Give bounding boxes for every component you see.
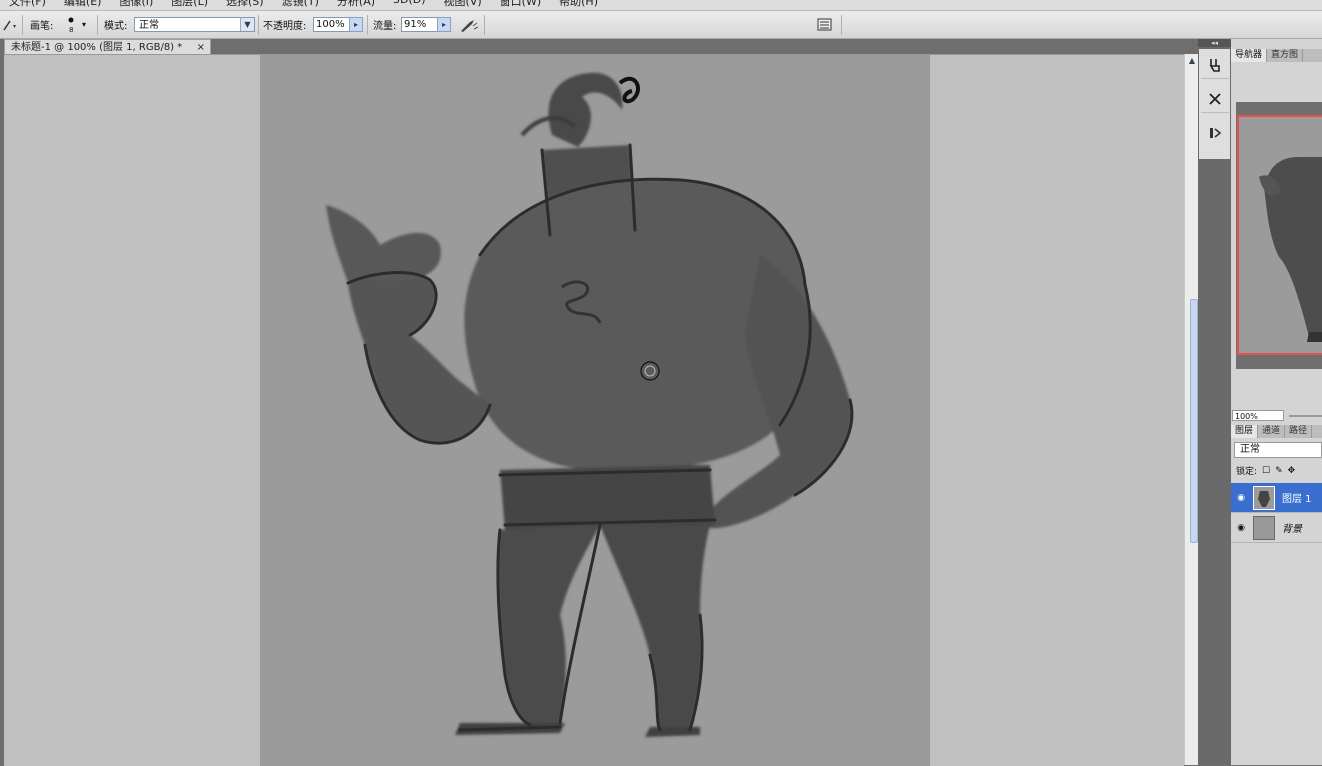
tab-navigator[interactable]: 导航器	[1231, 49, 1268, 62]
document-window	[4, 54, 1184, 766]
brush-label: 画笔:	[30, 21, 54, 32]
panel-dock: ◂◂	[1198, 39, 1231, 765]
document-title: 未标题-1 @ 100% (图层 1, RGB/8) *	[11, 42, 183, 53]
menu-analysis[interactable]: 分析(A)	[328, 0, 384, 9]
menu-filter[interactable]: 滤镜(T)	[273, 0, 328, 9]
canvas[interactable]	[260, 55, 930, 766]
menu-window[interactable]: 窗口(W)	[491, 0, 550, 9]
menu-file[interactable]: 文件(F)	[0, 0, 55, 9]
lock-label: 锁定:	[1236, 467, 1258, 477]
options-bar: 画笔: 8 ▾ 模式: 正常 ▼ 不透明度: 100% ▸ 流量: 91% ▸	[0, 11, 1322, 39]
brush-size: 8	[69, 26, 74, 34]
menu-3d[interactable]: 3D(D)	[384, 0, 435, 9]
brush-tool-icon	[3, 20, 16, 30]
navigator-tabs: 导航器 直方图	[1231, 49, 1322, 62]
tab-channels[interactable]: 通道	[1258, 425, 1286, 438]
lock-position-icon[interactable]: ✥	[1288, 466, 1296, 476]
tab-layers[interactable]: 图层	[1231, 425, 1259, 438]
flow-slider-button[interactable]: ▸	[437, 17, 451, 32]
document-tab[interactable]: 未标题-1 @ 100% (图层 1, RGB/8) * ×	[4, 39, 211, 54]
opacity-label: 不透明度:	[263, 21, 307, 32]
chevron-down-icon: ▾	[82, 20, 87, 29]
menu-view[interactable]: 视图(V)	[435, 0, 491, 9]
airbrush-toggle[interactable]	[458, 11, 480, 38]
navigator-view-box[interactable]	[1237, 115, 1322, 355]
mode-value: 正常	[139, 20, 159, 31]
airbrush-icon	[461, 19, 479, 32]
lock-row: 锁定: ☐ ✎ ✥	[1236, 464, 1322, 478]
chevron-down-icon: ▼	[240, 18, 254, 31]
layer-name[interactable]: 图层 1	[1282, 490, 1312, 505]
navigator-zoom-slider[interactable]	[1289, 415, 1322, 417]
tool-preset-picker[interactable]	[2, 11, 20, 38]
opacity-slider-button[interactable]: ▸	[349, 17, 363, 32]
layer-thumbnail-image	[1258, 490, 1270, 507]
close-icon[interactable]: ×	[197, 40, 205, 55]
brush-picker[interactable]: 8 ▾	[64, 11, 86, 38]
tab-histogram[interactable]: 直方图	[1267, 49, 1304, 62]
scroll-up-icon[interactable]: ▲	[1185, 54, 1199, 68]
mode-select[interactable]: 正常 ▼	[134, 17, 255, 32]
layer-thumbnail	[1253, 485, 1275, 510]
palette-toggle[interactable]	[817, 11, 833, 38]
layers-tabs: 图层 通道 路径	[1231, 425, 1322, 438]
layer-row[interactable]: ◉ 背景	[1231, 513, 1322, 543]
brush-preset-button[interactable]	[1201, 51, 1229, 79]
opacity-input[interactable]: 100%	[313, 17, 350, 32]
mode-label: 模式:	[104, 21, 128, 32]
flow-label: 流量:	[373, 21, 397, 32]
tool-crossed-icon	[1209, 92, 1221, 105]
layer-row[interactable]: ◉ 图层 1	[1231, 483, 1322, 513]
menu-edit[interactable]: 编辑(E)	[55, 0, 111, 9]
layer-blend-mode-select[interactable]: 正常	[1234, 442, 1322, 458]
tab-paths[interactable]: 路径	[1285, 425, 1313, 438]
brush-presets-icon	[1209, 58, 1220, 72]
panel-toggle-icon	[817, 18, 832, 30]
dock-tools	[1199, 49, 1230, 159]
layer-name[interactable]: 背景	[1282, 520, 1302, 535]
navigator-thumbnail	[1259, 157, 1322, 342]
collapse-icon[interactable]: ◂◂	[1198, 39, 1231, 47]
character-sketch-illustration	[326, 72, 854, 737]
scroll-thumb[interactable]	[1190, 299, 1198, 543]
lock-pixels-icon[interactable]: ✎	[1275, 466, 1283, 476]
lock-transparency-icon[interactable]: ☐	[1262, 466, 1270, 476]
clone-source-button[interactable]	[1201, 85, 1229, 113]
flow-input[interactable]: 91%	[401, 17, 438, 32]
layer-thumbnail	[1253, 515, 1275, 540]
vertical-scrollbar[interactable]: ▲	[1184, 54, 1199, 765]
visibility-eye-icon[interactable]: ◉	[1231, 523, 1251, 533]
menu-help[interactable]: 帮助(H)	[550, 0, 607, 9]
actions-button[interactable]	[1201, 119, 1229, 147]
menu-image[interactable]: 图像(I)	[110, 0, 162, 9]
visibility-eye-icon[interactable]: ◉	[1231, 493, 1251, 503]
actions-icon	[1210, 128, 1222, 138]
navigator-zoom-input[interactable]: 100%	[1232, 410, 1284, 421]
right-panels: 导航器 直方图 100% 图层 通道 路径 正常 锁定: ☐ ✎ ✥ ◉ 图层 …	[1231, 39, 1322, 765]
menu-layer[interactable]: 图层(L)	[162, 0, 217, 9]
navigator-preview[interactable]	[1236, 102, 1322, 369]
menu-bar: 文件(F) 编辑(E) 图像(I) 图层(L) 选择(S) 滤镜(T) 分析(A…	[0, 0, 1322, 11]
menu-select[interactable]: 选择(S)	[217, 0, 273, 9]
